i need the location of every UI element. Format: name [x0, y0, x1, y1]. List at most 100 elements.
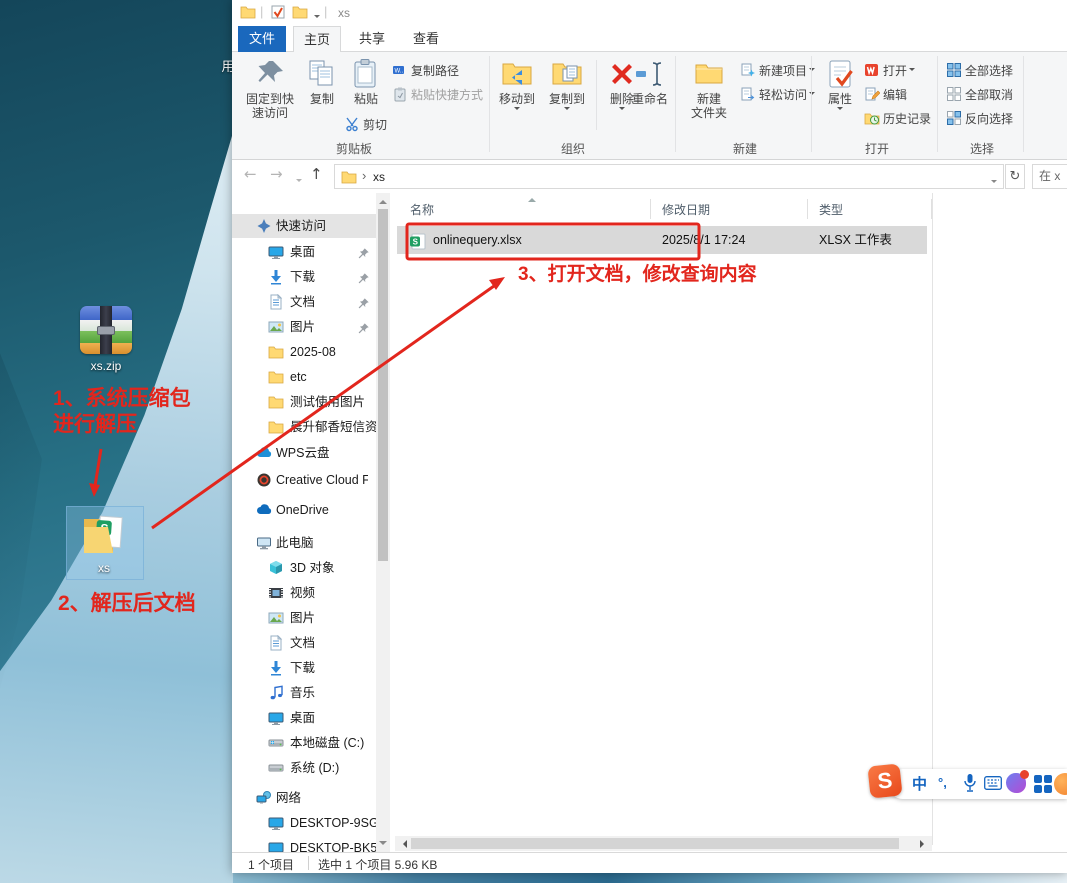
sidebar-item-17[interactable]: 下载: [232, 656, 376, 680]
new-folder-qat-icon[interactable]: [292, 4, 308, 20]
sidebar-item-2[interactable]: 下载: [232, 265, 376, 289]
column-header-type[interactable]: 类型: [819, 201, 843, 218]
move-to-button[interactable]: 移动到: [494, 56, 540, 113]
edit-button[interactable]: 编辑: [864, 84, 907, 106]
pin-icon: [356, 245, 370, 259]
horizontal-scrollbar-thumb[interactable]: [411, 838, 899, 849]
sidebar-item-0[interactable]: 快速访问: [232, 214, 376, 238]
properties-button[interactable]: 属性: [820, 56, 860, 113]
file-row-0[interactable]: Sonlinequery.xlsx2025/8/1 17:24XLSX 工作表: [397, 226, 927, 254]
sidebar-item-8[interactable]: 晨升郁香短信资: [232, 415, 376, 439]
forward-icon[interactable]: →: [270, 165, 283, 183]
column-separator[interactable]: [807, 199, 808, 219]
column-header-date[interactable]: 修改日期: [662, 201, 710, 218]
sidebar-item-label: 3D 对象: [290, 556, 334, 580]
address-dropdown-icon[interactable]: [989, 174, 997, 192]
new-folder-button[interactable]: 新建 文件夹: [684, 56, 734, 120]
pin-to-quick-access-button[interactable]: 固定到快 速访问: [242, 56, 298, 120]
sidebar-item-14[interactable]: 视频: [232, 581, 376, 605]
scroll-left-icon[interactable]: [399, 840, 407, 848]
column-separator[interactable]: [650, 199, 651, 219]
tab-share[interactable]: 共享: [348, 26, 396, 52]
cut-button[interactable]: 剪切: [344, 114, 387, 136]
copy-to-button[interactable]: 复制到: [544, 56, 590, 113]
sidebar-scrollbar[interactable]: [376, 193, 390, 852]
sidebar-item-13[interactable]: 3D 对象: [232, 556, 376, 580]
extracted-folder-icon[interactable]: S: [82, 511, 128, 557]
zip-file-icon[interactable]: [80, 306, 132, 354]
doc-icon: [268, 294, 284, 310]
microphone-icon[interactable]: [962, 773, 978, 793]
new-item-icon: [740, 62, 756, 78]
copy-path-button[interactable]: W..复制路径: [392, 60, 459, 82]
ime-mode-button[interactable]: 中: [912, 773, 927, 794]
sidebar-scrollbar-thumb[interactable]: [378, 209, 388, 561]
paste-button[interactable]: 粘贴: [344, 56, 388, 106]
sidebar-item-3[interactable]: 文档: [232, 290, 376, 314]
breadcrumb[interactable]: › xs: [334, 164, 1004, 189]
scroll-up-icon[interactable]: [379, 196, 387, 204]
sidebar-item-11[interactable]: OneDrive: [232, 498, 376, 522]
tab-home[interactable]: 主页: [293, 26, 341, 53]
history-button[interactable]: 历史记录: [864, 108, 931, 130]
recent-locations-icon[interactable]: [294, 173, 302, 191]
copy-button[interactable]: 复制: [300, 56, 344, 106]
select-all-button[interactable]: 全部选择: [946, 60, 1013, 82]
scroll-down-icon[interactable]: [379, 841, 387, 849]
refresh-button[interactable]: ↻: [1005, 164, 1025, 189]
easy-access-button[interactable]: 轻松访问: [740, 84, 815, 106]
sidebar-item-10[interactable]: Creative Cloud F: [232, 468, 376, 492]
film-icon: [268, 585, 284, 601]
sidebar-item-15[interactable]: 图片: [232, 606, 376, 630]
navigation-sidebar: 快速访问桌面下载文档图片2025-08etc测试使用图片晨升郁香短信资WPS云盘…: [232, 193, 376, 852]
emoji-icon[interactable]: [1054, 773, 1067, 795]
breadcrumb-segment[interactable]: xs: [373, 170, 385, 184]
paste-shortcut-button[interactable]: 粘贴快捷方式: [392, 84, 483, 106]
rename-label: 重命名: [624, 92, 676, 106]
sidebar-item-label: 图片: [290, 315, 315, 339]
search-input[interactable]: 在 x: [1032, 164, 1067, 189]
sidebar-item-5[interactable]: 2025-08: [232, 340, 376, 364]
sidebar-item-9[interactable]: WPS云盘: [232, 441, 376, 465]
copy-to-label: 复制到: [544, 92, 590, 106]
open-button[interactable]: 打开: [864, 60, 915, 82]
desktop-icon-label-zip[interactable]: xs.zip: [72, 359, 140, 373]
scroll-right-icon[interactable]: [920, 840, 928, 848]
invert-selection-label: 反向选择: [965, 112, 1013, 126]
folder-icon[interactable]: [240, 4, 256, 20]
sidebar-item-21[interactable]: 系统 (D:): [232, 756, 376, 780]
horizontal-scrollbar[interactable]: [395, 836, 932, 851]
desktop-icon-label-xs[interactable]: xs: [80, 561, 128, 575]
invert-selection-button[interactable]: 反向选择: [946, 108, 1013, 130]
copy-label: 复制: [300, 92, 344, 106]
qat-dropdown-icon[interactable]: [312, 9, 320, 27]
sidebar-item-7[interactable]: 测试使用图片: [232, 390, 376, 414]
move-to-label: 移动到: [494, 92, 540, 106]
tab-view[interactable]: 查看: [402, 26, 450, 52]
sidebar-item-1[interactable]: 桌面: [232, 240, 376, 264]
sidebar-item-19[interactable]: 桌面: [232, 706, 376, 730]
up-icon[interactable]: ↑: [310, 165, 323, 183]
sogou-logo[interactable]: S: [867, 763, 902, 798]
tab-file[interactable]: 文件: [238, 26, 286, 52]
ime-punctuation-button[interactable]: °,: [938, 775, 947, 790]
column-header-name[interactable]: 名称: [410, 201, 434, 218]
smart-input-icon[interactable]: [1006, 773, 1026, 793]
rename-button[interactable]: 重命名: [624, 56, 676, 106]
edit-pencil-icon: [864, 86, 880, 102]
ime-grid-icon[interactable]: [1034, 775, 1052, 793]
sidebar-item-20[interactable]: 本地磁盘 (C:): [232, 731, 376, 755]
keyboard-icon[interactable]: [984, 776, 1002, 790]
new-item-button[interactable]: 新建项目: [740, 60, 815, 82]
sidebar-item-6[interactable]: etc: [232, 365, 376, 389]
sidebar-item-18[interactable]: 音乐: [232, 681, 376, 705]
sidebar-item-4[interactable]: 图片: [232, 315, 376, 339]
sidebar-item-label: 快速访问: [276, 214, 326, 238]
sidebar-item-12[interactable]: 此电脑: [232, 531, 376, 555]
back-icon[interactable]: ←: [244, 165, 257, 183]
sidebar-item-22[interactable]: 网络: [232, 786, 376, 810]
properties-check-icon[interactable]: [270, 4, 286, 20]
sidebar-item-16[interactable]: 文档: [232, 631, 376, 655]
sidebar-item-23[interactable]: DESKTOP-9SGF: [232, 811, 376, 835]
select-none-button[interactable]: 全部取消: [946, 84, 1013, 106]
